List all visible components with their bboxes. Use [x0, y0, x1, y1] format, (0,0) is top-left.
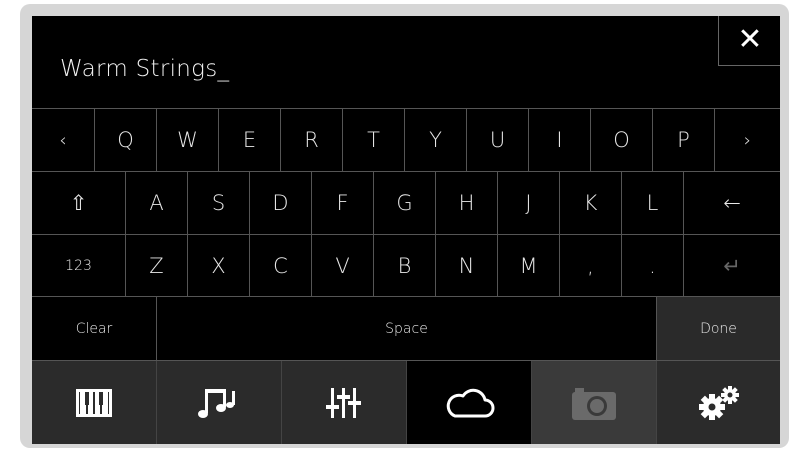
key-period[interactable]: .: [621, 235, 683, 296]
key-q[interactable]: Q: [94, 109, 156, 171]
camera-icon: [572, 387, 616, 420]
key-e[interactable]: E: [218, 109, 280, 171]
key-i[interactable]: I: [528, 109, 590, 171]
gears-icon: [698, 385, 739, 420]
keyboard-row-4: Clear Space Done: [32, 297, 780, 361]
tab-mixer[interactable]: [281, 361, 406, 444]
bottom-tab-bar: [32, 361, 780, 444]
tab-voices[interactable]: [32, 361, 156, 444]
keyboard-row-1: ‹ Q W E R T Y U I O P ›: [32, 109, 780, 172]
key-d[interactable]: D: [249, 172, 311, 234]
music-notes-icon: [198, 388, 235, 418]
key-v[interactable]: V: [311, 235, 373, 296]
done-button[interactable]: Done: [656, 297, 780, 360]
key-u[interactable]: U: [466, 109, 528, 171]
key-n[interactable]: N: [435, 235, 497, 296]
key-m[interactable]: M: [497, 235, 559, 296]
key-numbers[interactable]: 123: [32, 235, 125, 296]
text-entry-bar: Warm Strings_ ✕: [32, 16, 780, 109]
key-h[interactable]: H: [435, 172, 497, 234]
key-cursor-right[interactable]: ›: [714, 109, 780, 171]
mixer-sliders-icon: [326, 387, 361, 418]
key-a[interactable]: A: [125, 172, 187, 234]
key-s[interactable]: S: [187, 172, 249, 234]
tab-camera[interactable]: [531, 361, 656, 444]
key-f[interactable]: F: [311, 172, 373, 234]
key-enter[interactable]: ↵: [683, 235, 780, 296]
tab-music[interactable]: [156, 361, 281, 444]
key-l[interactable]: L: [621, 172, 683, 234]
space-key[interactable]: Space: [156, 297, 656, 360]
keyboard-row-2: ⇧ A S D F G H J K L ←: [32, 172, 780, 235]
key-t[interactable]: T: [342, 109, 404, 171]
tab-cloud[interactable]: [406, 361, 531, 444]
key-x[interactable]: X: [187, 235, 249, 296]
key-g[interactable]: G: [373, 172, 435, 234]
tab-settings[interactable]: [656, 361, 780, 444]
key-r[interactable]: R: [280, 109, 342, 171]
close-button[interactable]: ✕: [718, 16, 780, 66]
key-comma[interactable]: ,: [559, 235, 621, 296]
touch-screen: Warm Strings_ ✕ ‹ Q W E R T Y U I O P › …: [32, 16, 780, 444]
clear-button[interactable]: Clear: [32, 297, 156, 360]
key-z[interactable]: Z: [125, 235, 187, 296]
keyboard-row-3: 123 Z X C V B N M , . ↵: [32, 235, 780, 297]
device-frame: Warm Strings_ ✕ ‹ Q W E R T Y U I O P › …: [20, 4, 789, 448]
key-k[interactable]: K: [559, 172, 621, 234]
key-y[interactable]: Y: [404, 109, 466, 171]
text-input-value[interactable]: Warm Strings_: [60, 56, 229, 82]
key-b[interactable]: B: [373, 235, 435, 296]
key-cursor-left[interactable]: ‹: [32, 109, 94, 171]
cloud-icon: [446, 388, 495, 417]
key-w[interactable]: W: [156, 109, 218, 171]
key-p[interactable]: P: [652, 109, 714, 171]
key-j[interactable]: J: [497, 172, 559, 234]
key-c[interactable]: C: [249, 235, 311, 296]
piano-keys-icon: [76, 388, 112, 417]
key-shift[interactable]: ⇧: [32, 172, 125, 234]
key-o[interactable]: O: [590, 109, 652, 171]
key-backspace[interactable]: ←: [683, 172, 780, 234]
